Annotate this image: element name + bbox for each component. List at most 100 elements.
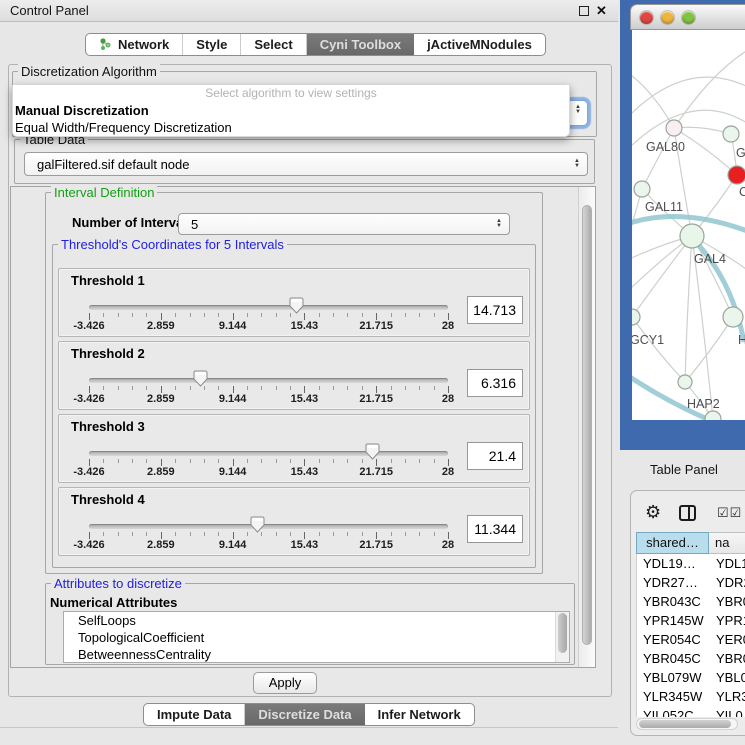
slider-tick bbox=[190, 532, 191, 536]
network-node[interactable] bbox=[678, 375, 692, 389]
tab-select[interactable]: Select bbox=[241, 34, 306, 55]
slider-tick bbox=[190, 386, 191, 390]
threshold-value-field[interactable]: 6.316 bbox=[467, 369, 523, 397]
slider-thumb[interactable] bbox=[250, 516, 265, 533]
network-node[interactable] bbox=[705, 411, 721, 420]
tab-cyni-toolbox[interactable]: Cyni Toolbox bbox=[307, 34, 414, 55]
slider-track[interactable] bbox=[89, 305, 448, 310]
slider-tick-label: 2.859 bbox=[131, 393, 191, 405]
apply-button[interactable]: Apply bbox=[253, 672, 317, 694]
tab-network[interactable]: Network bbox=[86, 34, 183, 55]
network-node[interactable] bbox=[666, 120, 682, 136]
slider-thumb[interactable] bbox=[365, 443, 380, 460]
close-traffic-light[interactable] bbox=[640, 11, 653, 24]
table-row[interactable]: YBR043CYBR0 bbox=[637, 592, 745, 611]
table-row[interactable]: YIL052CYIL0 bbox=[637, 706, 745, 717]
slider-tick bbox=[175, 313, 176, 317]
minimize-traffic-light[interactable] bbox=[661, 11, 674, 24]
threshold-value-field[interactable]: 11.344 bbox=[467, 515, 523, 543]
column-header-name[interactable]: na bbox=[709, 532, 745, 554]
threshold-value-field[interactable]: 21.4 bbox=[467, 442, 523, 470]
slider-tick bbox=[419, 386, 420, 390]
table-row[interactable]: YBR045CYBR0 bbox=[637, 649, 745, 668]
network-node[interactable] bbox=[723, 307, 743, 327]
slider-thumb[interactable] bbox=[193, 370, 208, 387]
network-edge[interactable] bbox=[685, 236, 692, 382]
slider-tick bbox=[276, 459, 277, 463]
network-edge[interactable] bbox=[632, 317, 685, 382]
float-window-icon[interactable] bbox=[579, 6, 589, 16]
close-icon[interactable]: ✕ bbox=[596, 1, 607, 21]
slider-tick-label: 21.715 bbox=[346, 320, 406, 332]
slider-tick bbox=[391, 386, 392, 390]
table-row[interactable]: YER054CYER0 bbox=[637, 630, 745, 649]
column-view-icon[interactable] bbox=[679, 505, 696, 521]
network-node[interactable] bbox=[680, 224, 704, 248]
slider-track[interactable] bbox=[89, 451, 448, 456]
network-edge[interactable] bbox=[685, 317, 733, 382]
slider-tick bbox=[319, 386, 320, 390]
attribute-list-item[interactable]: BetweennessCentrality bbox=[64, 646, 569, 663]
slider-tick bbox=[319, 313, 320, 317]
number-of-intervals-combobox[interactable]: 5 ▲ ▼ bbox=[178, 213, 510, 235]
network-node[interactable] bbox=[634, 181, 650, 197]
table-row[interactable]: YDR27…YDR2 bbox=[637, 573, 745, 592]
tab-infer-network[interactable]: Infer Network bbox=[365, 704, 474, 725]
tab-discretize-data[interactable]: Discretize Data bbox=[245, 704, 364, 725]
network-edge[interactable] bbox=[642, 128, 674, 189]
attributes-title: Attributes to discretize bbox=[51, 576, 185, 591]
threshold-label: Threshold 3 bbox=[71, 419, 145, 434]
table-row[interactable]: YPR145WYPR1 bbox=[637, 611, 745, 630]
slider-tick bbox=[448, 459, 449, 466]
dropdown-option-manual[interactable]: Manual Discretization bbox=[13, 102, 569, 119]
tab-jactivemnodules[interactable]: jActiveMNodules bbox=[414, 34, 545, 55]
slider-tick bbox=[333, 532, 334, 536]
main-scrollbar[interactable] bbox=[578, 187, 595, 667]
slider-tick bbox=[376, 313, 377, 320]
network-canvas[interactable]: GAL80GACGAL11GAL4GCY1HHAP2 bbox=[632, 30, 745, 420]
tab-style[interactable]: Style bbox=[183, 34, 241, 55]
network-node-label: H bbox=[738, 333, 745, 347]
slider-tick bbox=[376, 386, 377, 393]
tab-impute-data[interactable]: Impute Data bbox=[144, 704, 245, 725]
slider-tick bbox=[118, 532, 119, 536]
slider-tick bbox=[247, 386, 248, 390]
column-header-shared-name[interactable]: shared… bbox=[636, 532, 709, 554]
network-node[interactable] bbox=[728, 166, 745, 184]
attributes-scrollbar[interactable] bbox=[555, 612, 569, 662]
slider-track[interactable] bbox=[89, 378, 448, 383]
dropdown-option-equalwidth[interactable]: Equal Width/Frequency Discretization bbox=[13, 119, 569, 136]
spinner-down-icon: ▼ bbox=[496, 224, 502, 229]
network-edge[interactable] bbox=[632, 236, 692, 317]
threshold-value-field[interactable]: 14.713 bbox=[467, 296, 523, 324]
gear-icon[interactable]: ⚙ bbox=[645, 502, 661, 522]
slider-tick bbox=[132, 386, 133, 390]
slider-tick-label: 21.715 bbox=[346, 393, 406, 405]
numerical-attributes-list[interactable]: SelfLoopsTopologicalCoefficientBetweenne… bbox=[63, 611, 570, 663]
spinner-down-icon: ▼ bbox=[575, 110, 581, 115]
table-row[interactable]: YLR345WYLR3 bbox=[637, 687, 745, 706]
zoom-traffic-light[interactable] bbox=[682, 11, 695, 24]
table-hscrollbar[interactable] bbox=[636, 718, 738, 730]
slider-tick bbox=[347, 459, 348, 463]
slider-tick bbox=[204, 459, 205, 463]
slider-tick bbox=[304, 532, 305, 539]
slider-tick bbox=[146, 532, 147, 536]
checkbox-icons[interactable]: ☑☑ bbox=[717, 505, 742, 521]
slider-tick bbox=[376, 459, 377, 466]
attribute-list-item[interactable]: TopologicalCoefficient bbox=[64, 629, 569, 646]
slider-track[interactable] bbox=[89, 524, 448, 529]
network-node[interactable] bbox=[723, 126, 739, 142]
slider-tick bbox=[333, 459, 334, 463]
attribute-list-item[interactable]: SelfLoops bbox=[64, 612, 569, 629]
threshold-panel: Threshold 3-3.4262.8599.14415.4321.71528… bbox=[58, 414, 530, 483]
table-row[interactable]: YDL19…YDL1 bbox=[637, 554, 745, 573]
slider-tick bbox=[161, 532, 162, 539]
slider-thumb[interactable] bbox=[289, 297, 304, 314]
table-row[interactable]: YBL079WYBL0 bbox=[637, 668, 745, 687]
slider-tick-label: 15.43 bbox=[274, 320, 334, 332]
table-data-combobox[interactable]: galFiltered.sif default node ▲ ▼ bbox=[24, 152, 588, 176]
slider-tick bbox=[218, 313, 219, 317]
network-node[interactable] bbox=[632, 309, 640, 325]
slider-tick bbox=[175, 532, 176, 536]
